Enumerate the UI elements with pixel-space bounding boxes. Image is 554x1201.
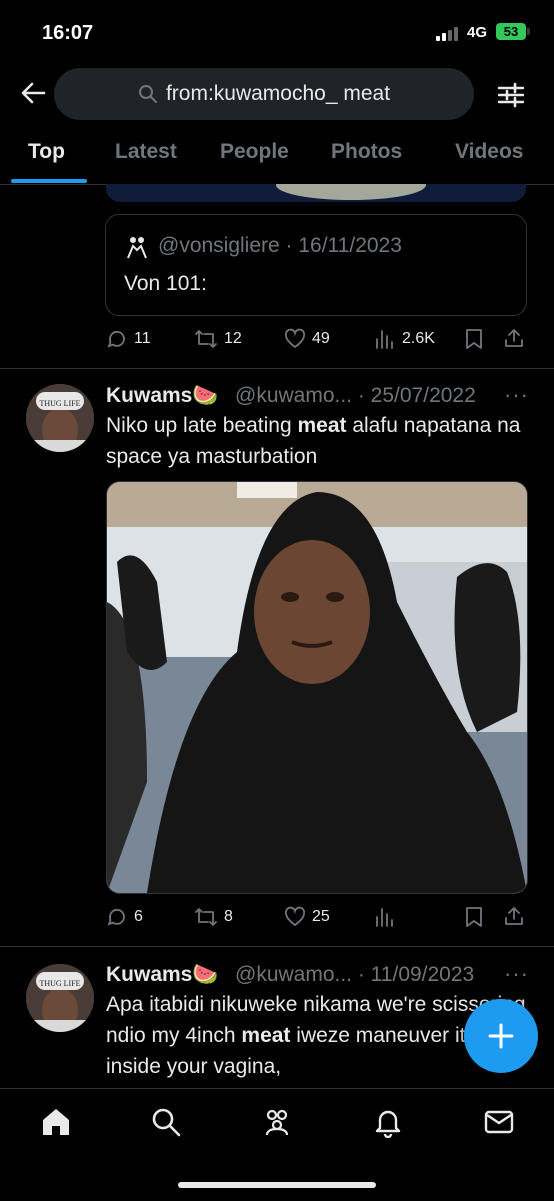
signal-icon bbox=[436, 27, 458, 41]
battery-tip bbox=[527, 28, 530, 35]
like-button[interactable]: 49 bbox=[284, 328, 330, 350]
home-icon[interactable] bbox=[40, 1106, 72, 1138]
views-icon[interactable] bbox=[374, 906, 396, 928]
tweet-photo[interactable] bbox=[106, 481, 528, 894]
tweet-divider bbox=[0, 946, 554, 947]
quoted-text: Von 101: bbox=[124, 272, 207, 295]
tweet-text: Niko up late beating meat alafu napatana… bbox=[106, 410, 536, 472]
avatar[interactable]: THUG LIFE bbox=[26, 384, 94, 452]
status-time: 16:07 bbox=[42, 22, 94, 44]
share-icon[interactable] bbox=[503, 327, 525, 349]
like-count: 49 bbox=[312, 330, 330, 347]
retweet-button[interactable]: 8 bbox=[194, 906, 233, 928]
tweet-image-partial[interactable] bbox=[106, 184, 526, 202]
network-type: 4G bbox=[467, 24, 488, 41]
reply-button[interactable]: 11 bbox=[106, 328, 151, 350]
svg-text:THUG LIFE: THUG LIFE bbox=[39, 979, 80, 988]
share-icon[interactable] bbox=[503, 905, 525, 927]
like-icon bbox=[284, 328, 306, 349]
bookmark-icon[interactable] bbox=[464, 906, 484, 928]
retweet-count: 12 bbox=[224, 330, 242, 347]
quoted-tweet[interactable] bbox=[105, 214, 527, 316]
kappa-logo-icon bbox=[127, 237, 147, 259]
like-button[interactable]: 25 bbox=[284, 906, 330, 928]
retweet-icon bbox=[195, 908, 217, 926]
retweet-count: 8 bbox=[224, 908, 233, 925]
more-icon[interactable]: ··· bbox=[504, 961, 529, 987]
tab-videos[interactable]: Videos bbox=[455, 140, 523, 164]
views-count: 2.6K bbox=[402, 330, 435, 347]
tab-people[interactable]: People bbox=[220, 140, 289, 164]
filter-icon[interactable] bbox=[496, 80, 526, 110]
reply-icon bbox=[107, 908, 125, 926]
views-icon bbox=[376, 330, 393, 349]
compose-button[interactable] bbox=[464, 999, 538, 1073]
status-bar: 16:07 4G 53 bbox=[0, 0, 554, 62]
reply-button[interactable]: 6 bbox=[106, 906, 143, 928]
active-tab-indicator bbox=[11, 179, 87, 183]
svg-text:THUG LIFE: THUG LIFE bbox=[39, 399, 80, 408]
reply-count: 6 bbox=[134, 908, 143, 925]
views-button[interactable]: 2.6K bbox=[374, 328, 435, 350]
search-input[interactable]: from:kuwamocho_ meat bbox=[54, 68, 474, 120]
like-count: 25 bbox=[312, 908, 330, 925]
tab-photos[interactable]: Photos bbox=[331, 140, 402, 164]
avatar-image: THUG LIFE bbox=[26, 384, 94, 452]
tweet-text-part: Niko up late beating bbox=[106, 414, 298, 437]
more-icon[interactable]: ··· bbox=[504, 382, 529, 408]
home-indicator bbox=[178, 1182, 376, 1188]
reply-icon bbox=[107, 330, 125, 348]
compose-icon bbox=[488, 1023, 514, 1049]
tweet-divider bbox=[0, 368, 554, 369]
back-arrow-icon[interactable] bbox=[18, 78, 48, 108]
communities-icon[interactable] bbox=[261, 1106, 293, 1138]
explore-icon[interactable] bbox=[150, 1106, 182, 1138]
tweet-text-highlight: meat bbox=[241, 1024, 291, 1047]
retweet-icon bbox=[195, 330, 217, 348]
search-icon bbox=[138, 85, 157, 103]
avatar[interactable]: THUG LIFE bbox=[26, 964, 94, 1032]
avatar-image: THUG LIFE bbox=[26, 964, 94, 1032]
tab-top[interactable]: Top bbox=[28, 140, 65, 164]
author-name[interactable]: Kuwams🍉 bbox=[106, 384, 219, 408]
reply-count: 11 bbox=[134, 330, 151, 347]
messages-icon[interactable] bbox=[483, 1106, 515, 1138]
author-handle-date[interactable]: @kuwamo... · 25/07/2022 bbox=[235, 384, 476, 408]
quoted-user-line: @vonsigliere · 16/11/2023 bbox=[158, 234, 402, 257]
search-query: from:kuwamocho_ meat bbox=[165, 82, 391, 105]
tweet-text-highlight: meat bbox=[297, 414, 347, 437]
author-name[interactable]: Kuwams🍉 bbox=[106, 963, 219, 987]
author-handle-date[interactable]: @kuwamo... · 11/09/2023 bbox=[235, 963, 474, 987]
photo-image bbox=[107, 482, 527, 893]
like-icon bbox=[284, 906, 306, 927]
tab-latest[interactable]: Latest bbox=[115, 140, 177, 164]
notifications-icon[interactable] bbox=[372, 1106, 404, 1138]
retweet-button[interactable]: 12 bbox=[194, 328, 242, 350]
battery-icon: 53 bbox=[496, 23, 526, 40]
bookmark-icon[interactable] bbox=[464, 328, 484, 350]
